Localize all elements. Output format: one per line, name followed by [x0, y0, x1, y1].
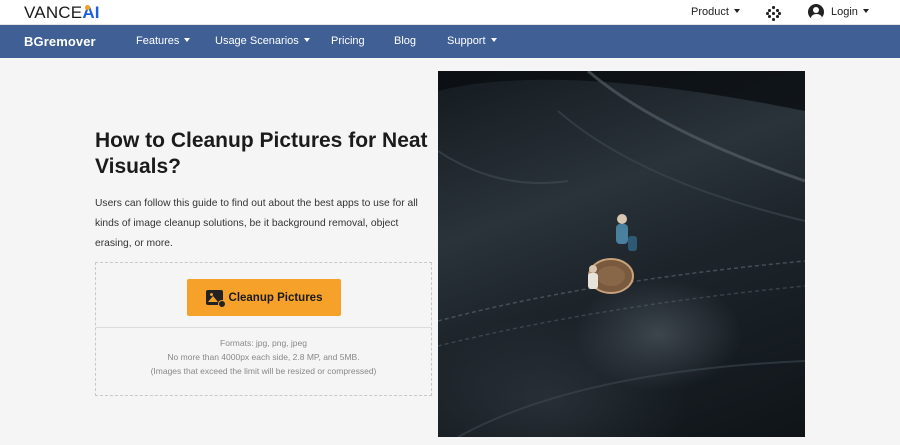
- nav-item-pricing[interactable]: Pricing: [331, 35, 365, 47]
- nav-item-features[interactable]: Features: [136, 35, 191, 47]
- nav-item-label: Support: [447, 35, 486, 47]
- page-title: How to Cleanup Pictures for Neat Visuals…: [95, 129, 428, 178]
- main-nav: BGremover Features Usage Scenarios Prici…: [0, 25, 900, 58]
- cleanup-button-label: Cleanup Pictures: [228, 291, 323, 304]
- chevron-down-icon: [733, 9, 740, 14]
- nav-item-label: Features: [136, 35, 180, 47]
- page-description: Users can follow this guide to find out …: [95, 198, 418, 249]
- upload-resize-note: (Images that exceed the limit will be re…: [150, 366, 377, 376]
- product-menu-label: Product: [691, 6, 729, 18]
- nav-item-label: Usage Scenarios: [215, 35, 299, 47]
- cleanup-pictures-button[interactable]: Cleanup Pictures: [187, 279, 341, 316]
- apps-grid-icon[interactable]: [766, 6, 781, 21]
- upload-dropzone[interactable]: Cleanup Pictures Formats: jpg, png, jpeg…: [95, 262, 432, 396]
- user-avatar-icon: [808, 4, 824, 20]
- nav-item-label: Pricing: [331, 35, 365, 47]
- nav-item-support[interactable]: Support: [447, 35, 497, 47]
- login-label: Login: [831, 6, 858, 18]
- top-bar: VANCEAI Product Login: [0, 0, 900, 25]
- chevron-down-icon: [490, 38, 497, 43]
- nav-item-blog[interactable]: Blog: [394, 35, 416, 47]
- nav-brand[interactable]: BGremover: [24, 34, 96, 49]
- product-menu[interactable]: Product: [691, 6, 740, 18]
- nav-item-usage-scenarios[interactable]: Usage Scenarios: [215, 35, 310, 47]
- upload-formats: Formats: jpg, png, jpeg: [220, 338, 307, 348]
- nav-item-label: Blog: [394, 35, 417, 47]
- upload-divider: [96, 327, 431, 328]
- logo-dot: [85, 5, 90, 10]
- logo-text: VANCE: [24, 3, 83, 22]
- upload-size-limit: No more than 4000px each side, 2.8 MP, a…: [167, 352, 360, 362]
- chevron-down-icon: [184, 38, 191, 43]
- chevron-down-icon: [862, 9, 869, 13]
- chevron-down-icon: [303, 38, 310, 43]
- hero-photo: [438, 71, 805, 437]
- vanceai-logo[interactable]: VANCEAI: [24, 3, 100, 23]
- login-menu[interactable]: Login: [808, 4, 869, 20]
- image-upload-icon: [205, 290, 226, 308]
- leather-jacket-photo-illustration: [438, 71, 805, 437]
